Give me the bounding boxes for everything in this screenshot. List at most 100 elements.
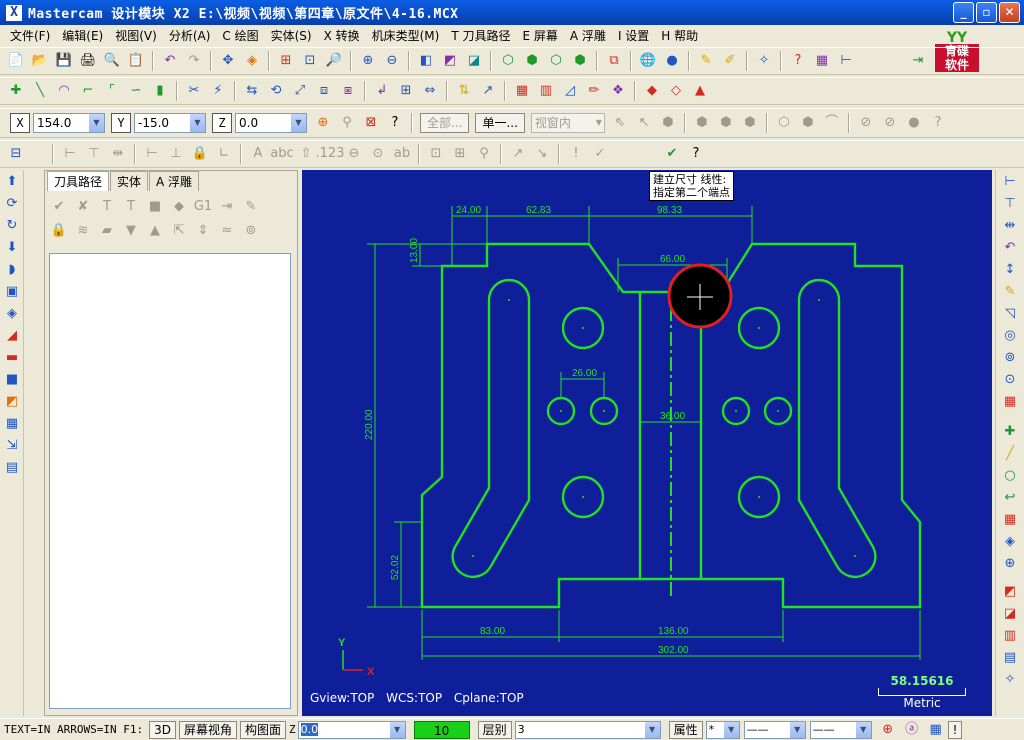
stretch-icon[interactable]: ⇔ [420,81,440,101]
ribbon-handle-icon[interactable]: ⊟ [6,144,26,164]
dim-edit-icon[interactable]: ✧ [1000,670,1020,690]
attr-icon-2[interactable]: ⓐ [902,720,922,740]
select-edge-icon[interactable]: ⬢ [740,113,760,133]
construction-plane-button[interactable]: 构图面 [239,720,286,739]
ok-check-icon[interactable]: ✔ [662,144,682,164]
pin-icon[interactable]: ✏ [584,81,604,101]
solid-box-icon[interactable]: ◆ [642,81,662,101]
select-surface-icon[interactable]: ⌒ [822,113,842,133]
dropdown-arrow-icon[interactable]: ▼ [190,114,205,132]
open-file-icon[interactable]: 📂 [30,51,50,71]
dim-grid-icon[interactable]: ▦ [1000,392,1020,412]
attr-icon-3[interactable]: ▦ [926,720,946,740]
line-icon[interactable]: ╲ [30,81,50,101]
wireframe-icon[interactable]: ◩ [440,51,460,71]
group-icon[interactable]: ⊚ [241,221,261,241]
witness-icon[interactable]: ↗ [508,144,528,164]
baseline-dim-icon[interactable]: ⊢ [142,144,162,164]
view-cube-icon[interactable]: ⧉ [604,51,624,71]
dropdown-arrow-icon[interactable]: ▼ [789,721,805,738]
revolve-icon[interactable]: ⟳ [2,194,22,214]
clipboard-icon[interactable]: 📋 [126,51,146,71]
x-coord-label[interactable]: X [10,113,30,133]
analyze-icon[interactable]: ▦ [812,51,832,71]
sort-icon[interactable]: ⇅ [454,81,474,101]
cube-top-icon[interactable]: ⬡ [498,51,518,71]
exclaim-icon[interactable]: ! [566,144,586,164]
lock-ops-icon[interactable]: 🔒 [49,221,69,241]
menu-help[interactable]: H 帮助 [655,27,704,44]
exit-icon[interactable]: ⇥ [908,51,928,71]
dim-ordinate-icon[interactable]: ⊚ [1000,348,1020,368]
dim-snap-icon[interactable]: ◩ [1000,582,1020,602]
wrap-icon[interactable]: ↗ [478,81,498,101]
menu-create[interactable]: C 绘图 [216,27,264,44]
tab-toolpaths[interactable]: 刀具路径 [47,171,110,191]
level-button[interactable]: 层别 [477,720,512,739]
loft-icon[interactable]: ⬇ [2,238,22,258]
undo-icon[interactable]: ↶ [160,51,180,71]
post-icon[interactable]: G1 [193,197,213,217]
xform-rotate-icon[interactable]: ⟲ [266,81,286,101]
minimize-button[interactable]: _ [953,2,974,23]
line-width-field[interactable]: —— ▼ [809,720,872,739]
app-icon[interactable]: X [6,4,22,21]
decimal-icon[interactable]: .123 [316,144,345,164]
select-body-icon[interactable]: ⬢ [716,113,736,133]
dim-horizontal-icon[interactable]: ⊢ [1000,172,1020,192]
ribbon-help-icon[interactable]: ? [686,144,706,164]
help-icon[interactable]: ? [385,113,405,133]
select-arrow-icon[interactable]: ⇖ [610,113,630,133]
arrow-style-icon[interactable]: ⊙ [368,144,388,164]
shell-icon[interactable]: ▣ [2,282,22,302]
dim-parallel-icon[interactable]: ⇹ [1000,216,1020,236]
zoom-out-icon[interactable]: ⊖ [382,51,402,71]
dim-measure-icon[interactable]: ▤ [1000,648,1020,668]
z-coord-label[interactable]: Z [212,113,232,133]
zoom-window-icon[interactable]: ⊡ [300,51,320,71]
dim-snap2-icon[interactable]: ◪ [1000,604,1020,624]
point-icon[interactable]: ✚ [6,81,26,101]
print-preview-icon[interactable]: 🔍 [102,51,122,71]
menu-screen[interactable]: E 屏幕 [517,27,564,44]
operations-list[interactable] [49,253,291,709]
verify-icon[interactable]: ⊘ [856,113,876,133]
select-entity-icon[interactable]: ⬢ [658,113,678,133]
regenerate-dirty-icon[interactable]: T [121,197,141,217]
xform-project-icon[interactable]: ⧆ [338,81,358,101]
zoom-in-icon[interactable]: ⊕ [358,51,378,71]
sphere-icon[interactable]: ● [662,51,682,71]
dropdown-arrow-icon[interactable]: ▼ [723,721,739,738]
menu-view[interactable]: 视图(V) [109,27,163,44]
repaint-icon[interactable]: ◈ [242,51,262,71]
pan-icon[interactable]: ✥ [218,51,238,71]
arc-icon[interactable]: ◠ [54,81,74,101]
color-swatch[interactable]: 10 [413,720,470,739]
sweep-icon[interactable]: ↻ [2,216,22,236]
angular-dim-icon[interactable]: ∟ [214,144,234,164]
vertical-dim-icon[interactable]: ⊤ [84,144,104,164]
dim-arc-tool-icon[interactable]: ↩ [1000,488,1020,508]
menu-machine-type[interactable]: 机床类型(M) [366,27,446,44]
toggle-display-icon[interactable]: ≋ [73,221,93,241]
dim-cross-icon[interactable]: ✚ [1000,422,1020,442]
globe-icon[interactable]: 🌐 [638,51,658,71]
select-all-ops-icon[interactable]: ✔ [49,197,69,217]
layer-icon[interactable]: ◩ [2,392,22,412]
dim-globe-icon[interactable]: ⊕ [1000,554,1020,574]
cylinder-icon[interactable]: ▮ [150,81,170,101]
parallel-dim-icon[interactable]: ⇹ [108,144,128,164]
menu-analyze[interactable]: 分析(A) [163,27,217,44]
grid-icon[interactable]: ▦ [512,81,532,101]
cube-icon[interactable]: ▦ [2,414,22,434]
dropdown-arrow-icon[interactable]: ▼ [644,721,660,738]
help-context-icon[interactable]: ? [788,51,808,71]
dim-solid-icon[interactable]: ◈ [1000,532,1020,552]
mask-solid-icon[interactable]: ● [904,113,924,133]
fast-point-icon[interactable]: ⊕ [313,113,333,133]
x-coord-field[interactable]: 154.0 ▼ [33,113,105,133]
menu-art[interactable]: A 浮雕 [564,27,612,44]
text-box-icon[interactable]: ab [392,144,412,164]
xform-offset-icon[interactable]: ⧈ [314,81,334,101]
table-icon[interactable]: ▥ [536,81,556,101]
